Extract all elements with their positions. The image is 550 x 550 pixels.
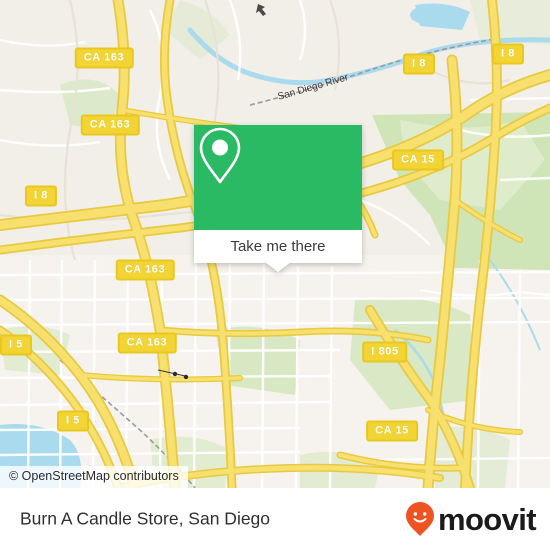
highway-shield: CA 163 <box>115 259 175 281</box>
popup-pointer <box>265 262 291 272</box>
moovit-brand[interactable]: moovit <box>405 501 537 537</box>
highway-shield: CA 15 <box>366 420 418 442</box>
bottom-info-bar: Burn A Candle Store, San Diego moovit <box>0 488 550 550</box>
highway-shield: I 8 <box>402 53 436 75</box>
highway-shield: I 805 <box>362 341 408 363</box>
highway-shield: I 8 <box>491 43 525 65</box>
highway-shield: CA 163 <box>80 114 140 136</box>
highway-shield: CA 15 <box>392 149 444 171</box>
take-me-there-popup[interactable]: Take me there <box>194 125 362 272</box>
highway-shield: CA 163 <box>117 332 177 354</box>
highway-shield: I 5 <box>56 410 90 432</box>
highway-shield: I 8 <box>24 185 58 207</box>
take-me-there-button[interactable]: Take me there <box>194 230 362 263</box>
moovit-smiley-pin-icon <box>405 502 434 536</box>
highway-shield: CA 163 <box>74 47 134 69</box>
place-title: Burn A Candle Store, San Diego <box>20 508 271 529</box>
map-canvas[interactable]: San Diego River CA 163 CA 163 CA 163 CA 163… <box>0 0 550 488</box>
highway-shield: I 5 <box>0 334 33 356</box>
map-pin-icon <box>199 127 241 184</box>
take-me-there-label: Take me there <box>230 238 326 255</box>
map-screenshot: San Diego River CA 163 CA 163 CA 163 CA 163… <box>0 0 550 550</box>
osm-attribution[interactable]: © OpenStreetMap contributors <box>0 466 188 488</box>
popup-icon-area <box>194 125 362 230</box>
moovit-wordmark: moovit <box>437 501 537 537</box>
